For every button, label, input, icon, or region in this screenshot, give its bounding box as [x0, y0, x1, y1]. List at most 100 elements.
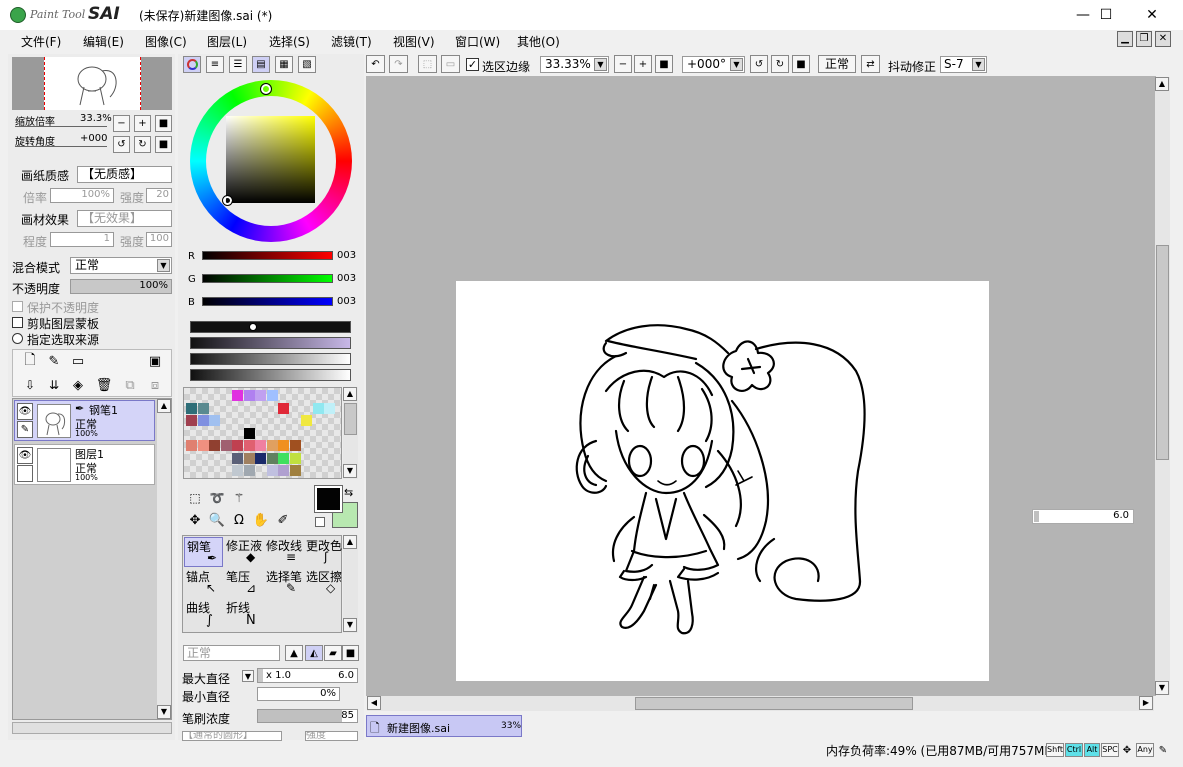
size-mult-dropdown-icon[interactable]: ▼ — [242, 670, 254, 682]
selection-source-radio[interactable] — [12, 333, 23, 344]
color-swatch[interactable] — [197, 415, 209, 426]
layer-mask-icon[interactable]: ▣ — [147, 353, 163, 369]
canvas-vscroll-thumb[interactable] — [1156, 245, 1169, 460]
hue-slider-knob[interactable] — [249, 323, 257, 331]
scroll-up-icon[interactable]: ▲ — [157, 399, 171, 413]
saturation-value-square[interactable] — [226, 116, 315, 203]
r-slider[interactable] — [202, 251, 333, 260]
eye-icon[interactable]: 👁 — [17, 447, 33, 464]
rotate-slider[interactable] — [15, 146, 107, 147]
protect-opacity-checkbox[interactable] — [12, 301, 23, 312]
color-swatch[interactable] — [289, 465, 301, 476]
color-swatch[interactable] — [278, 440, 289, 451]
color-swatch[interactable] — [266, 440, 278, 451]
color-swatch[interactable] — [243, 465, 255, 476]
document-tab[interactable]: 🗋 新建图像.sai 33% — [366, 715, 522, 737]
scroll-up-icon[interactable]: ▲ — [343, 387, 357, 401]
scratchpad-tab-icon[interactable]: ▧ — [298, 56, 316, 73]
color-swatch[interactable] — [186, 440, 197, 451]
view-mode-button[interactable]: 正常 — [818, 55, 856, 73]
saturation-slider[interactable] — [190, 337, 351, 349]
zoom-reset-button[interactable]: ■ — [155, 115, 172, 132]
tool-curve[interactable]: 曲线 ∫ — [184, 599, 223, 631]
hsv-slider-tab-icon[interactable]: ☰ — [229, 56, 247, 73]
g-slider[interactable] — [202, 274, 333, 283]
scroll-down-icon[interactable]: ▼ — [343, 464, 357, 478]
layer-list-hscroll[interactable] — [12, 722, 172, 734]
swap-colors-icon[interactable]: ⇆ — [344, 486, 353, 499]
scroll-down-icon[interactable]: ▼ — [157, 705, 171, 719]
stabilizer-select[interactable]: S-7 ▼ — [940, 56, 987, 73]
eyedropper-icon[interactable]: ✐ — [274, 511, 292, 529]
tool-pressure[interactable]: 笔压 ⊿ — [224, 568, 263, 598]
hand-icon[interactable]: ✋ — [252, 511, 270, 529]
paint-lock-icon[interactable] — [17, 465, 33, 482]
rotate-left-button[interactable]: ↺ — [113, 136, 130, 153]
menu-image[interactable]: 图像(C) — [145, 33, 187, 50]
canvas-hscroll[interactable]: ◀ ▶ — [367, 696, 1154, 711]
tool-change-color[interactable]: 更改色 ʃ — [304, 537, 342, 567]
maximize-button[interactable]: ☐ — [1083, 0, 1129, 30]
color-swatch[interactable] — [186, 402, 197, 414]
blend-mode-select[interactable]: 正常 ▼ — [70, 257, 172, 274]
rotate-view-icon[interactable]: Ω — [230, 511, 248, 529]
color-swatch[interactable] — [312, 402, 324, 414]
mdi-minimize-icon[interactable]: ▁ — [1117, 31, 1133, 47]
tool-select-eraser[interactable]: 选区擦 ◇ — [304, 568, 342, 598]
color-swatch[interactable] — [266, 465, 278, 476]
hue-marker[interactable] — [260, 83, 272, 95]
color-swatch[interactable] — [209, 440, 220, 451]
merge-down-icon[interactable]: ⇊ — [46, 377, 62, 393]
menu-layer[interactable]: 图层(L) — [207, 33, 247, 50]
pen-lock-icon[interactable]: ✎ — [17, 421, 33, 438]
layer-row[interactable]: 👁 图层1 正常 100% — [14, 444, 155, 485]
toolbar-rotate-left-button[interactable]: ↺ — [750, 55, 768, 73]
mixer-tab-icon[interactable]: ▤ — [252, 56, 270, 73]
swatches-tab-icon[interactable]: ▦ — [275, 56, 293, 73]
layer-row[interactable]: 👁 ✎ ✒ 钢笔1 正常 100% — [14, 400, 155, 441]
close-button[interactable]: ✕ — [1129, 0, 1175, 30]
brush-shape-select[interactable]: 【通常的圆形】 — [182, 731, 282, 741]
scroll-right-icon[interactable]: ▶ — [1139, 696, 1153, 710]
max-size-slider[interactable]: x 1.0 6.0 — [257, 668, 358, 683]
selection-edge-checkbox[interactable]: ✓ — [466, 58, 479, 71]
menu-edit[interactable]: 编辑(E) — [83, 33, 124, 50]
color-swatch[interactable] — [324, 402, 335, 414]
zoom-out-button[interactable]: − — [113, 115, 130, 132]
color-swatch[interactable] — [209, 415, 220, 426]
menu-other[interactable]: 其他(O) — [517, 33, 560, 50]
sv-marker[interactable] — [222, 195, 233, 206]
zoom-slider[interactable] — [15, 126, 107, 127]
color-swatch[interactable] — [266, 390, 278, 401]
tool-correction[interactable]: 修正液 ◆ — [224, 537, 263, 567]
tool-polyline[interactable]: 折线 N — [224, 599, 263, 631]
min-size-slider[interactable]: 0% — [257, 687, 340, 701]
color-swatch[interactable] — [243, 440, 255, 451]
clip-mask-checkbox[interactable] — [12, 317, 23, 328]
color-swatch[interactable] — [289, 452, 301, 464]
swatch-grid[interactable] — [183, 387, 342, 479]
color-swatch[interactable] — [278, 465, 289, 476]
color-swatch[interactable] — [243, 390, 255, 401]
menu-view[interactable]: 视图(V) — [393, 33, 435, 50]
new-linework-layer-icon[interactable]: ✎ — [46, 353, 62, 369]
brush-shape-strength[interactable]: 强度 — [305, 731, 358, 741]
tool-select-pen[interactable]: 选择笔 ✎ — [264, 568, 303, 598]
menu-select[interactable]: 选择(S) — [269, 33, 310, 50]
tool-grid-scrollbar[interactable]: ▲ ▼ — [343, 535, 358, 633]
clear-layer-icon[interactable]: ◈ — [70, 377, 86, 393]
brush-shape-2-icon[interactable]: ◭ — [305, 645, 323, 661]
scroll-left-icon[interactable]: ◀ — [367, 696, 381, 710]
scroll-down-icon[interactable]: ▼ — [343, 618, 357, 632]
toolbar-rotate-right-button[interactable]: ↻ — [771, 55, 789, 73]
menu-file[interactable]: 文件(F) — [21, 33, 61, 50]
zoom-select[interactable]: 33.33% ▼ — [540, 56, 609, 73]
canvas-vscroll[interactable]: ▲ ▼ — [1155, 77, 1170, 695]
brush-shape-4-icon[interactable]: ■ — [342, 645, 359, 661]
color-swatch[interactable] — [243, 452, 255, 464]
rotate-right-button[interactable]: ↻ — [134, 136, 151, 153]
magic-wand-icon[interactable]: ⚚ — [230, 489, 248, 507]
canvas-sheet[interactable] — [456, 281, 989, 681]
lasso-icon[interactable]: ➰ — [208, 489, 226, 507]
tool-pen[interactable]: 钢笔 ✒ — [184, 537, 223, 567]
